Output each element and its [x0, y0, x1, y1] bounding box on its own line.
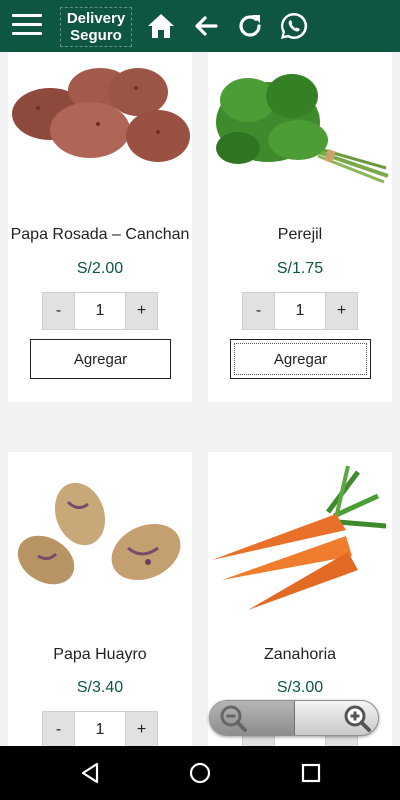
product-price: S/1.75: [276, 260, 324, 277]
quantity-input[interactable]: 1: [275, 292, 325, 330]
brand-line-2: Seguro: [70, 27, 122, 44]
zoom-in-icon: [344, 705, 371, 732]
zoom-out-button[interactable]: [210, 701, 295, 735]
red-potatoes-image: [8, 52, 192, 212]
carrots-image: [208, 452, 392, 612]
home-circle-icon[interactable]: [188, 761, 212, 785]
add-to-cart-button[interactable]: Agregar: [230, 339, 371, 379]
parsley-image: [208, 52, 392, 212]
decrease-button[interactable]: -: [42, 292, 75, 330]
top-app-bar: Delivery Seguro: [0, 0, 400, 52]
decrease-button[interactable]: -: [42, 711, 75, 746]
increase-button[interactable]: +: [325, 292, 358, 330]
menu-icon[interactable]: [12, 14, 42, 38]
quantity-input[interactable]: 1: [75, 292, 125, 330]
zoom-in-button[interactable]: [294, 701, 378, 735]
zoom-control: [209, 700, 379, 736]
quantity-input[interactable]: 1: [75, 711, 125, 746]
whatsapp-icon[interactable]: [278, 10, 310, 42]
product-name: Papa Huayro: [53, 646, 147, 663]
system-navigation-bar: [0, 746, 400, 800]
product-grid: Papa Rosada – Canchan S/2.00 - 1 + Agreg…: [0, 52, 400, 746]
product-card: Papa Huayro S/3.40 - 1 +: [8, 452, 192, 746]
brand-logo[interactable]: Delivery Seguro: [60, 7, 132, 47]
product-name: Perejil: [277, 226, 323, 243]
product-card: Papa Rosada – Canchan S/2.00 - 1 + Agreg…: [8, 52, 192, 402]
quantity-stepper: - 1 +: [42, 711, 158, 746]
back-triangle-icon[interactable]: [78, 761, 102, 785]
decrease-button[interactable]: -: [242, 292, 275, 330]
quantity-stepper: - 1 +: [42, 292, 158, 330]
recents-square-icon[interactable]: [299, 761, 323, 785]
refresh-icon[interactable]: [234, 10, 266, 42]
add-to-cart-button[interactable]: Agregar: [30, 339, 171, 379]
huayro-potatoes-image: [8, 452, 192, 612]
product-price: S/2.00: [76, 260, 124, 277]
product-name: Papa Rosada – Canchan: [10, 226, 190, 243]
increase-button[interactable]: +: [125, 292, 158, 330]
brand-line-1: Delivery: [66, 10, 126, 27]
home-icon[interactable]: [145, 10, 177, 42]
quantity-stepper: - 1 +: [242, 292, 358, 330]
product-price: S/3.40: [76, 679, 124, 696]
back-arrow-icon[interactable]: [190, 10, 222, 42]
zoom-out-icon: [220, 705, 247, 732]
product-price: S/3.00: [276, 679, 324, 696]
increase-button[interactable]: +: [125, 711, 158, 746]
product-name: Zanahoria: [263, 646, 337, 663]
product-card: Perejil S/1.75 - 1 + Agregar: [208, 52, 392, 402]
